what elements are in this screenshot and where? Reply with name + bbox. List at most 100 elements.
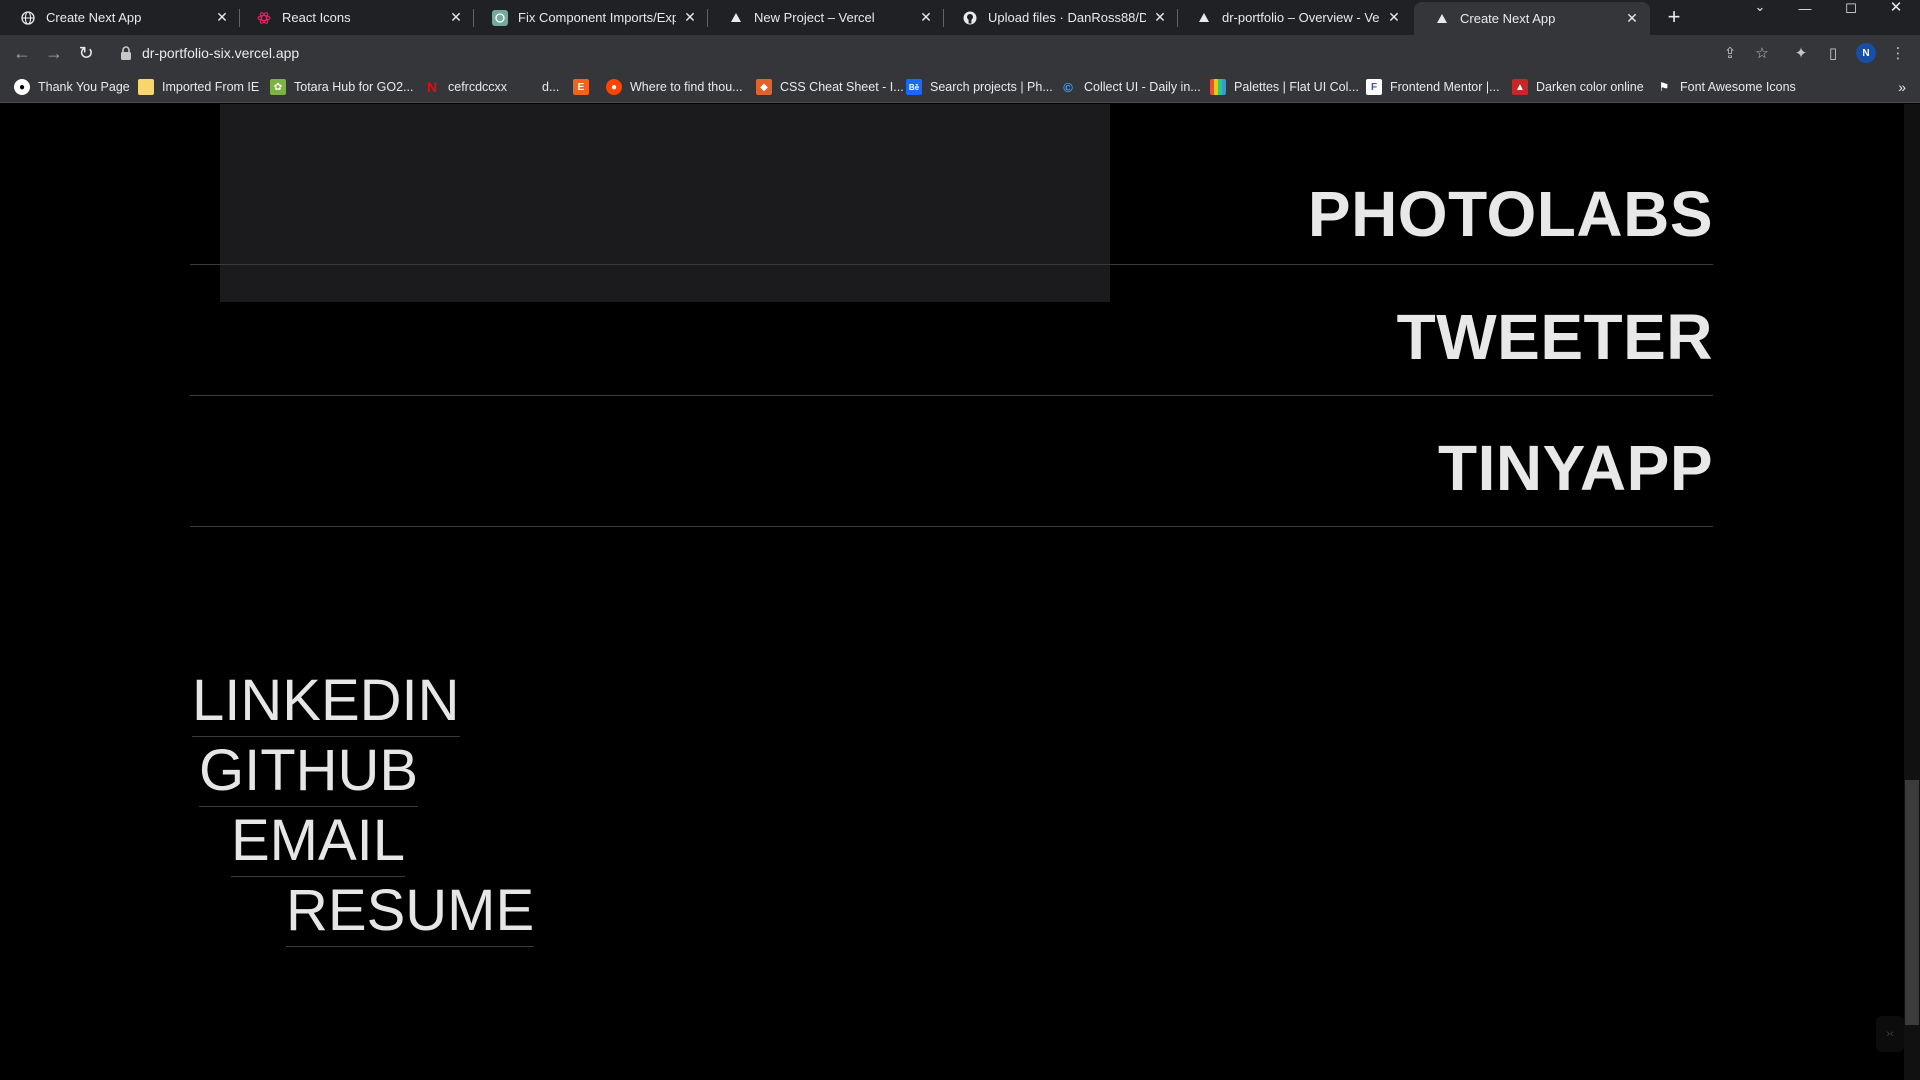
close-tab-icon[interactable]: ✕ [448, 9, 464, 26]
bookmark-label: cefrcdccxx [448, 80, 508, 94]
behance-icon: Bē [906, 79, 922, 95]
css-icon: ◆ [756, 79, 772, 95]
bookmark-item[interactable]: Palettes | Flat UI Col... [1210, 77, 1359, 97]
profile-avatar[interactable]: N [1856, 43, 1876, 63]
browser-toolbar: ← → ↻ dr-portfolio-six.vercel.app ⇪ ☆ ✦ … [0, 35, 1920, 71]
maximize-icon[interactable]: ☐ [1831, 2, 1871, 22]
reload-icon[interactable]: ↻ [74, 41, 98, 65]
bookmark-label: Totara Hub for GO2... [294, 80, 414, 94]
etsy-icon: E [573, 79, 589, 95]
kebab-menu-icon[interactable]: ⋮ [1888, 43, 1908, 63]
github-icon: ● [14, 79, 30, 95]
bookmark-item[interactable]: E [573, 77, 597, 97]
close-tab-icon[interactable]: ✕ [1624, 10, 1640, 27]
collapsed-widget-icon[interactable]: ›‹ [1876, 1016, 1904, 1052]
tab-title: Upload files · DanRoss88/DRpor [988, 10, 1146, 25]
back-arrow-icon[interactable]: ← [10, 41, 34, 65]
scrollbar-thumb[interactable] [1905, 780, 1919, 1025]
blank-icon [518, 79, 534, 95]
close-tab-icon[interactable]: ✕ [918, 9, 934, 26]
lock-icon [120, 46, 132, 60]
tab-strip: Create Next App ✕ React Icons ✕ Fix Comp… [0, 0, 1920, 35]
vercel-icon [728, 10, 744, 26]
forward-arrow-icon[interactable]: → [42, 41, 66, 65]
bookmark-label: Where to find thou... [630, 80, 743, 94]
bookmark-label: Thank You Page [38, 80, 130, 94]
bookmark-label: Collect UI - Daily in... [1084, 80, 1201, 94]
vercel-icon [1196, 10, 1212, 26]
bookmark-item[interactable]: ✿ Totara Hub for GO2... [270, 77, 414, 97]
bookmark-label: Search projects | Ph... [930, 80, 1053, 94]
bookmark-label: Frontend Mentor |... [1390, 80, 1500, 94]
github-link[interactable]: GITHUB [199, 742, 419, 807]
project-title: TWEETER [1396, 301, 1713, 373]
frontendmentor-icon: F [1366, 79, 1382, 95]
resume-link[interactable]: RESUME [286, 882, 535, 947]
tab-fix-component-imports[interactable]: Fix Component Imports/Exports ✕ [472, 0, 708, 35]
folder-icon [138, 79, 154, 95]
close-tab-icon[interactable]: ✕ [1386, 9, 1402, 26]
tab-search-chevron-icon[interactable]: ⌄ [1740, 0, 1780, 20]
address-bar[interactable]: dr-portfolio-six.vercel.app [110, 39, 1790, 67]
bookmark-label: Darken color online [1536, 80, 1644, 94]
react-icons-icon [256, 10, 272, 26]
bookmark-item[interactable]: ⚑ Font Awesome Icons [1656, 77, 1796, 97]
bookmark-label: Font Awesome Icons [1680, 80, 1796, 94]
tab-create-next-app[interactable]: Create Next App ✕ [0, 0, 240, 35]
project-row-tweeter[interactable]: TWEETER [190, 265, 1713, 396]
collectui-icon: © [1063, 79, 1073, 95]
bookmark-item[interactable]: Imported From IE [138, 77, 259, 97]
bookmark-item[interactable]: ◆ CSS Cheat Sheet - I... [756, 77, 904, 97]
bookmark-label: Palettes | Flat UI Col... [1234, 80, 1359, 94]
darken-icon: ▲ [1512, 79, 1528, 95]
portfolio-page: PHOTOLABS TWEETER TINYAPP LINKEDIN GITHU… [0, 104, 1904, 1080]
url-text: dr-portfolio-six.vercel.app [142, 45, 300, 61]
bookmark-item[interactable]: F Frontend Mentor |... [1366, 77, 1500, 97]
tab-title: Create Next App [1460, 11, 1556, 26]
tab-new-project-vercel[interactable]: New Project – Vercel ✕ [708, 0, 944, 35]
extensions-puzzle-icon[interactable]: ✦ [1791, 43, 1811, 63]
tab-upload-files-github[interactable]: Upload files · DanRoss88/DRpor ✕ [942, 0, 1178, 35]
tab-title: New Project – Vercel [754, 10, 875, 25]
close-tab-icon[interactable]: ✕ [214, 9, 230, 26]
tab-title: dr-portfolio – Overview - Vercel [1222, 10, 1380, 25]
minimize-icon[interactable]: — [1785, 2, 1825, 22]
more-bookmarks-chevron-icon[interactable]: » [1898, 79, 1906, 95]
bookmark-item[interactable]: ▲ Darken color online [1512, 77, 1644, 97]
bookmark-star-icon[interactable]: ☆ [1752, 43, 1772, 63]
bookmark-item[interactable]: ● Thank You Page [14, 77, 130, 97]
globe-icon [20, 10, 36, 26]
share-icon[interactable]: ⇪ [1720, 43, 1740, 63]
palette-icon [1210, 79, 1226, 95]
bookmark-item[interactable]: d... [518, 77, 559, 97]
reddit-icon: ● [606, 79, 622, 95]
bookmark-label: d... [542, 80, 560, 94]
close-window-icon[interactable]: ✕ [1876, 0, 1916, 21]
close-tab-icon[interactable]: ✕ [682, 9, 698, 26]
bookmark-item[interactable]: ● Where to find thou... [606, 77, 743, 97]
bookmark-item[interactable]: Bē Search projects | Ph... [906, 77, 1053, 97]
tab-title: Fix Component Imports/Exports [518, 10, 676, 25]
tab-create-next-app-active[interactable]: Create Next App ✕ [1414, 2, 1650, 35]
chatgpt-icon [492, 9, 508, 26]
tab-react-icons[interactable]: React Icons ✕ [236, 0, 474, 35]
tab-title: Create Next App [46, 10, 142, 25]
netflix-icon: N [426, 79, 438, 95]
linkedin-link[interactable]: LINKEDIN [192, 672, 460, 737]
bookmark-label: Imported From IE [162, 80, 260, 94]
project-row-tinyapp[interactable]: TINYAPP [190, 396, 1713, 527]
project-row-photolabs[interactable]: PHOTOLABS [190, 104, 1713, 265]
tab-title: React Icons [282, 10, 351, 25]
bookmark-item[interactable]: © Collect UI - Daily in... [1060, 77, 1201, 97]
email-link[interactable]: EMAIL [231, 812, 406, 877]
side-panel-icon[interactable]: ▯ [1823, 43, 1843, 63]
tab-dr-portfolio-overview[interactable]: dr-portfolio – Overview - Vercel ✕ [1176, 0, 1412, 35]
totara-icon: ✿ [270, 79, 286, 95]
bookmark-item[interactable]: N cefrcdccxx [424, 77, 507, 97]
bookmark-label: CSS Cheat Sheet - I... [780, 80, 904, 94]
vercel-icon [1434, 11, 1450, 27]
fontawesome-icon: ⚑ [1658, 80, 1670, 94]
close-tab-icon[interactable]: ✕ [1152, 9, 1168, 26]
new-tab-button[interactable]: + [1662, 6, 1686, 30]
project-title: TINYAPP [1438, 432, 1713, 504]
